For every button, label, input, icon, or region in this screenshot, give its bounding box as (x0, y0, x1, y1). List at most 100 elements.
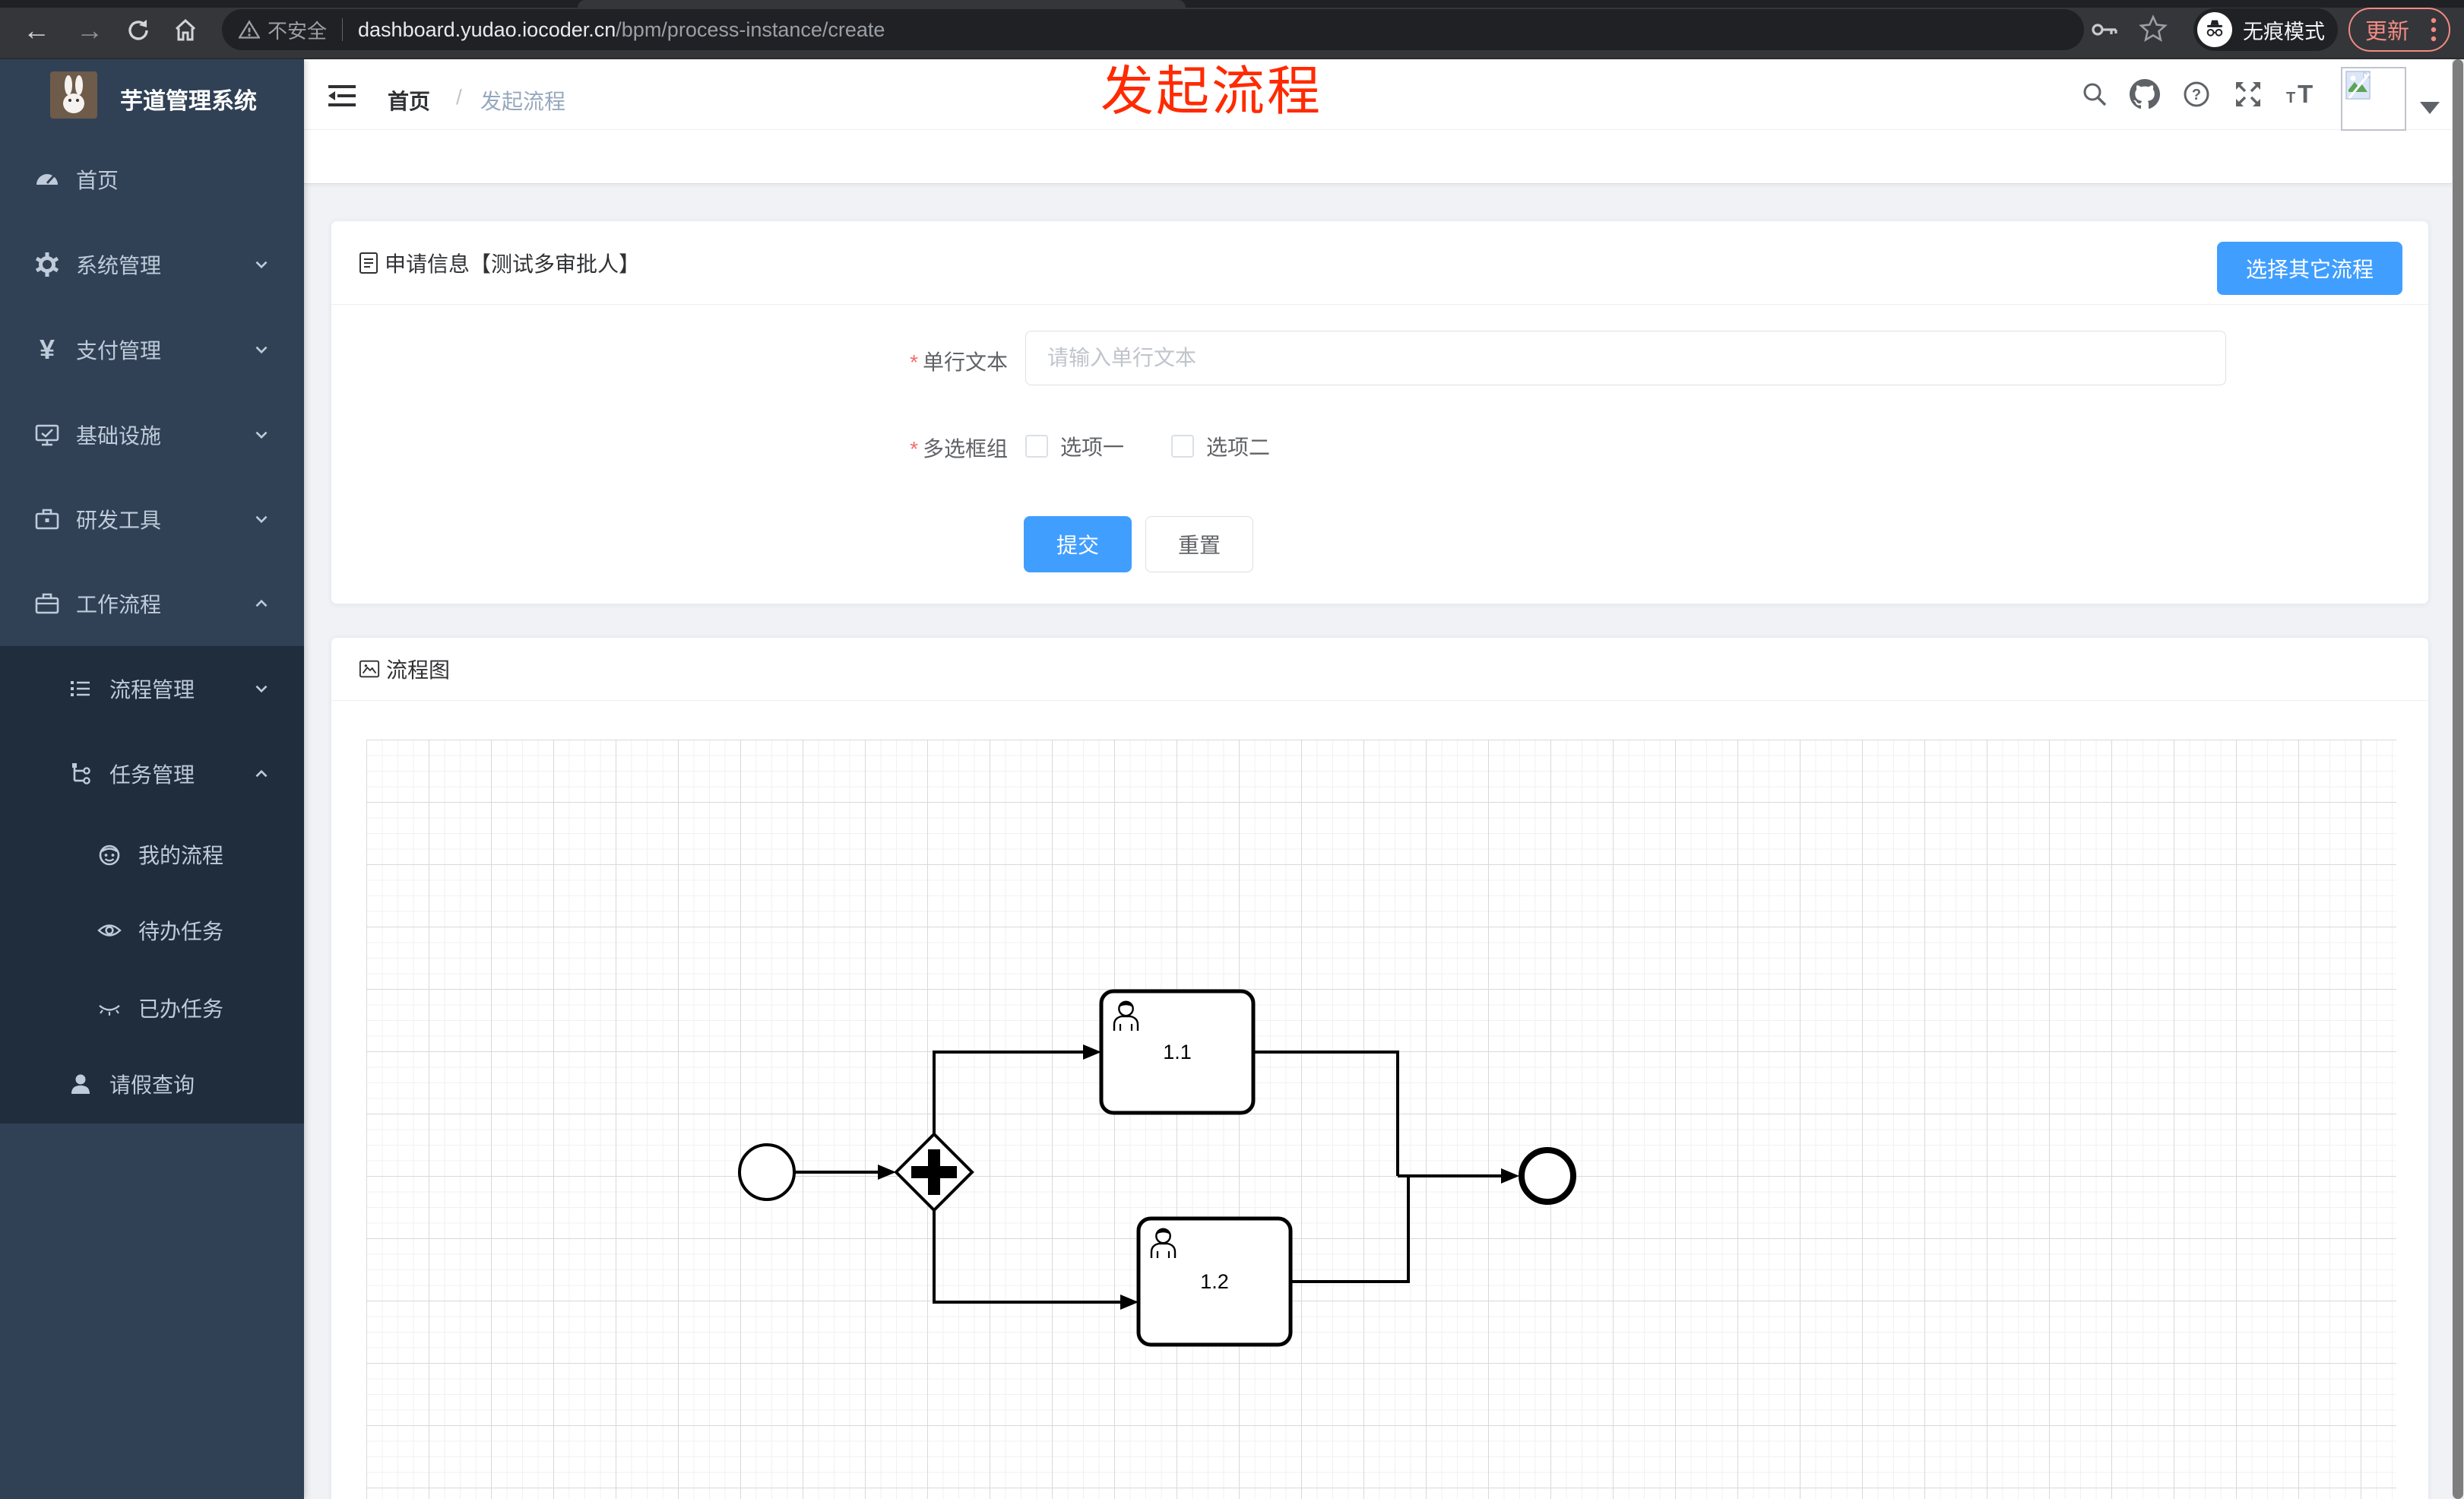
process-diagram-card: 流程图 1.1 1.2 (331, 637, 2429, 1499)
briefcase-icon (33, 590, 61, 617)
browser-frame-strip (0, 0, 2464, 8)
flow-icon (67, 760, 94, 788)
help-icon[interactable]: ? (2181, 79, 2212, 109)
breadcrumb-home[interactable]: 首页 (388, 85, 430, 116)
chevron-down-icon (255, 685, 268, 693)
sidebar-item-home[interactable]: 首页 (0, 137, 304, 222)
sidebar-item-label: 工作流程 (76, 593, 162, 616)
apply-info-card-header: 申请信息【测试多审批人】 选择其它流程 (331, 221, 2428, 305)
sidebar-item-label: 我的流程 (138, 844, 224, 867)
arrowhead (1120, 1295, 1139, 1310)
browser-forward-button[interactable]: → (70, 11, 109, 50)
chevron-up-icon (255, 769, 268, 778)
security-label: 不安全 (268, 19, 328, 43)
browser-update-button[interactable]: 更新 (2348, 8, 2450, 52)
app-logo-row[interactable]: 芋道管理系统 (0, 59, 304, 135)
eye-icon (96, 917, 123, 944)
screen: ← → 不安全 dashboard.yudao.iocoder.cn/bpm/p… (0, 0, 2464, 1499)
sidebar-item-leave-query[interactable]: 请假查询 (0, 1044, 304, 1123)
choose-other-process-button[interactable]: 选择其它流程 (2216, 242, 2402, 295)
page-scrollbar (2452, 59, 2464, 1499)
single-text-input[interactable] (1025, 331, 2226, 385)
arrowhead (1501, 1168, 1519, 1184)
sidebar-item-label: 支付管理 (76, 339, 162, 363)
sidebar-item-dev-tools[interactable]: 研发工具 (0, 477, 304, 562)
sidebar-item-label: 待办任务 (138, 920, 224, 943)
yen-icon: ¥ (39, 334, 55, 365)
process-diagram-title: 流程图 (386, 658, 451, 682)
arrowhead (878, 1165, 896, 1180)
svg-text:T: T (2298, 80, 2313, 108)
checkbox-group: 选项一 选项二 (1025, 431, 1317, 461)
sidebar-item-payment[interactable]: ¥ 支付管理 (0, 307, 304, 392)
checkbox-option-2[interactable]: 选项二 (1171, 431, 1270, 461)
app-title: 芋道管理系统 (120, 89, 257, 114)
sidebar-item-infrastructure[interactable]: 基础设施 (0, 392, 304, 477)
sidebar-item-label: 请假查询 (109, 1073, 195, 1097)
monitor-icon (33, 421, 61, 448)
page-title-annotation: 发起流程 (1101, 62, 1322, 121)
page-scrollbar-thumb[interactable] (2453, 59, 2463, 1499)
sidebar-item-process-management[interactable]: 流程管理 (0, 646, 304, 731)
flow-gateway-to-task1 (933, 1051, 1085, 1134)
field-label-checkbox-group: 多选框组 (780, 433, 1008, 463)
incognito-label: 无痕模式 (2243, 20, 2325, 43)
tags-view-bar (304, 129, 2464, 184)
submit-button[interactable]: 提交 (1024, 516, 1132, 572)
task2-label: 1.2 (1200, 1270, 1229, 1293)
reset-button[interactable]: 重置 (1145, 516, 1253, 572)
app-logo (50, 71, 97, 119)
sidebar-item-label: 研发工具 (76, 509, 162, 532)
bpmn-diagram: 1.1 1.2 (738, 989, 1576, 1347)
bpmn-end-event (1519, 1147, 1576, 1205)
url-bar[interactable]: 不安全 dashboard.yudao.iocoder.cn/bpm/proce… (222, 9, 2084, 50)
sidebar-collapse-icon[interactable] (327, 84, 357, 108)
document-icon (359, 252, 378, 274)
fullscreen-icon[interactable] (2233, 79, 2263, 109)
sidebar-item-done-tasks[interactable]: 已办任务 (0, 968, 304, 1047)
bpmn-canvas: 1.1 1.2 (366, 740, 2396, 1499)
bpmn-parallel-gateway (894, 1132, 974, 1212)
browser-back-button[interactable]: ← (17, 11, 56, 50)
sidebar: 芋道管理系统 首页 系统管理 ¥ 支付管理 基础设施 研发工具 工作流程 流程管… (0, 59, 304, 1499)
face-icon (96, 841, 123, 868)
svg-text:T: T (2286, 90, 2295, 106)
checkbox-option-1[interactable]: 选项一 (1025, 431, 1124, 461)
update-label: 更新 (2365, 20, 2410, 44)
github-icon[interactable] (2130, 79, 2160, 109)
sidebar-item-label: 流程管理 (109, 678, 195, 702)
checkbox-label: 选项一 (1060, 436, 1125, 459)
sidebar-item-label: 任务管理 (109, 763, 195, 787)
sidebar-item-workflow[interactable]: 工作流程 (0, 561, 304, 646)
chevron-down-icon (255, 346, 268, 354)
flow-task2-out (1291, 1177, 1410, 1283)
toolbox-icon (33, 505, 61, 533)
checkbox-label: 选项二 (1206, 436, 1271, 459)
url-text: dashboard.yudao.iocoder.cn/bpm/process-i… (358, 18, 885, 42)
checkbox-icon (1025, 435, 1048, 458)
arrowhead (1083, 1044, 1101, 1060)
avatar[interactable] (2341, 67, 2406, 131)
bookmark-star-icon[interactable] (2139, 14, 2168, 46)
user-icon (67, 1070, 94, 1098)
sidebar-item-system[interactable]: 系统管理 (0, 222, 304, 307)
task1-label: 1.1 (1163, 1041, 1192, 1063)
password-key-icon[interactable] (2090, 16, 2119, 47)
avatar-dropdown-caret[interactable] (2420, 102, 2440, 114)
incognito-icon (2197, 12, 2232, 47)
gear-icon (33, 251, 61, 278)
browser-menu-icon[interactable] (2431, 17, 2437, 43)
browser-reload-button[interactable] (119, 11, 158, 50)
sidebar-item-task-management[interactable]: 任务管理 (0, 731, 304, 816)
sidebar-item-my-process[interactable]: 我的流程 (0, 815, 304, 894)
browser-active-tab[interactable] (578, 0, 1186, 8)
sidebar-item-todo-tasks[interactable]: 待办任务 (0, 891, 304, 970)
reload-icon (128, 20, 148, 40)
browser-home-button[interactable] (166, 11, 205, 50)
breadcrumb-current: 发起流程 (480, 90, 566, 113)
url-path: /bpm/process-instance/create (616, 17, 885, 41)
font-size-icon[interactable]: TT (2285, 79, 2315, 109)
apply-info-card: 申请信息【测试多审批人】 选择其它流程 单行文本 多选框组 选项一 选项二 提交… (331, 220, 2429, 604)
bpmn-user-task-1: 1.1 (1099, 989, 1256, 1115)
header-search-icon[interactable] (2079, 79, 2110, 109)
